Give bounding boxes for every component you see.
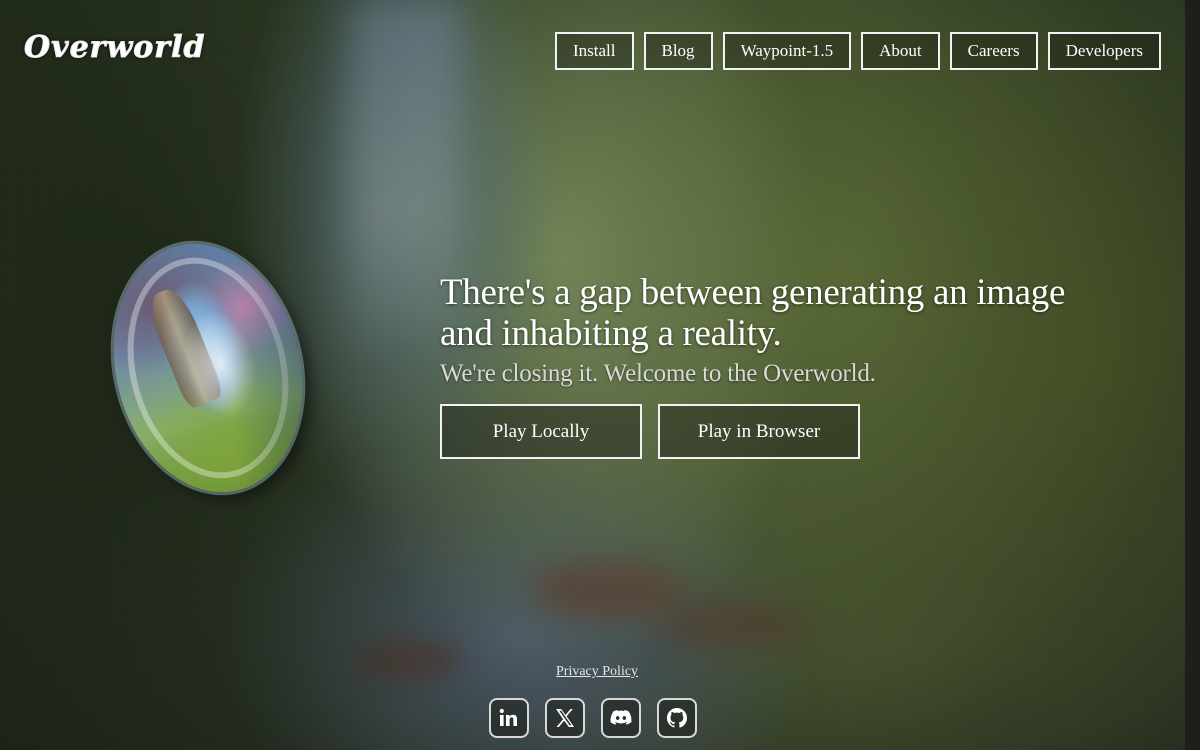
brand-logo[interactable]: Overworld: [23, 30, 205, 66]
hero-actions: Play Locally Play in Browser: [440, 404, 1080, 459]
nav-waypoint-button[interactable]: Waypoint-1.5: [722, 32, 852, 70]
nav-blog-button[interactable]: Blog: [643, 32, 713, 70]
nav-careers-button[interactable]: Careers: [949, 32, 1038, 70]
hero-headline: There's a gap between generating an imag…: [440, 272, 1066, 354]
linkedin-link[interactable]: [489, 698, 529, 738]
play-in-browser-button[interactable]: Play in Browser: [658, 404, 860, 459]
hero-subheadline: We're closing it. Welcome to the Overwor…: [440, 360, 876, 387]
github-link[interactable]: [657, 698, 697, 738]
nav-about-button[interactable]: About: [861, 32, 940, 70]
x-icon: [556, 709, 574, 727]
top-nav: Install Blog Waypoint-1.5 About Careers …: [555, 32, 1161, 70]
play-locally-button[interactable]: Play Locally: [440, 404, 642, 459]
discord-icon: [610, 710, 632, 725]
nav-developers-button[interactable]: Developers: [1047, 32, 1161, 70]
scrollbar-track[interactable]: [1185, 0, 1200, 750]
social-links: [489, 698, 697, 738]
linkedin-icon: [499, 708, 517, 726]
discord-link[interactable]: [601, 698, 641, 738]
hero-section: There's a gap between generating an imag…: [440, 272, 1080, 459]
x-link[interactable]: [545, 698, 585, 738]
github-icon: [666, 707, 687, 728]
privacy-policy-link[interactable]: Privacy Policy: [556, 664, 638, 680]
nav-install-button[interactable]: Install: [555, 32, 634, 70]
